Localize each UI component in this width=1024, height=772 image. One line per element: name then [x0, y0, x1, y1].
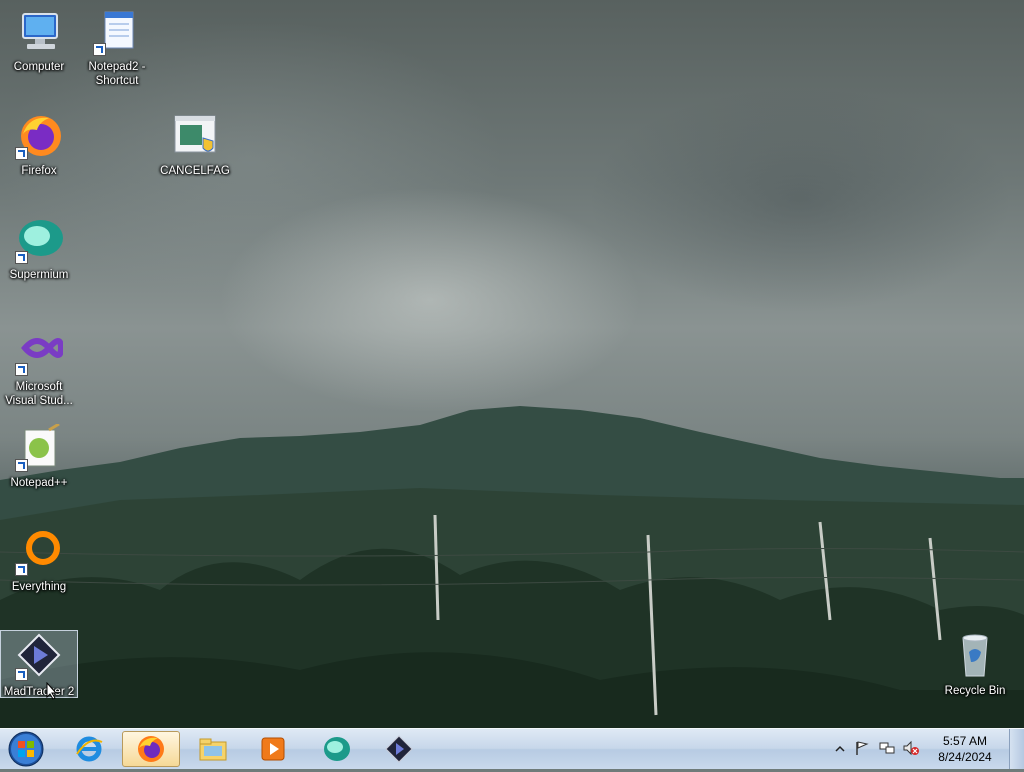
desktop-wallpaper[interactable] [0, 0, 1024, 728]
action-center-flag-icon[interactable] [854, 740, 870, 756]
internet-explorer-icon [76, 736, 103, 762]
show-hidden-icons-chevron[interactable] [834, 743, 846, 755]
firefox-icon [15, 112, 63, 160]
taskbar-madtracker[interactable] [370, 731, 428, 767]
desktop-icon-everything[interactable]: Everything [0, 528, 78, 594]
wallpaper-landscape [0, 406, 1024, 728]
notepad2-icon [93, 8, 141, 56]
notepadpp-icon [15, 422, 63, 472]
shortcut-arrow-icon [15, 251, 28, 264]
firefox-icon [138, 736, 164, 762]
media-player-icon [261, 737, 285, 761]
desktop-icon-madtracker[interactable]: MadTracker 2 [0, 630, 78, 698]
desktop-icon-supermium[interactable]: Supermium [0, 216, 78, 282]
taskbar-media-player[interactable] [244, 731, 302, 767]
desktop-icon-notepad2[interactable]: Notepad2 - Shortcut [78, 8, 156, 88]
desktop-icon-visual-studio[interactable]: Microsoft Visual Stud... [0, 328, 78, 408]
everything-icon [15, 528, 63, 576]
shortcut-arrow-icon [15, 563, 28, 576]
shortcut-arrow-icon [93, 43, 106, 56]
desktop-icon-notepadpp[interactable]: Notepad++ [0, 422, 78, 490]
mouse-cursor-icon [46, 682, 58, 700]
desktop-icon-label: Recycle Bin [944, 685, 1006, 697]
file-explorer-icon [199, 738, 227, 761]
desktop-icon-label: CANCELFAG [160, 165, 230, 177]
supermium-icon [15, 216, 63, 264]
taskbar-firefox[interactable] [122, 731, 180, 767]
desktop-icon-label: Computer [13, 61, 65, 73]
desktop-icon-label: Supermium [9, 269, 69, 281]
start-button[interactable] [4, 731, 48, 767]
taskbar: 5:57 AM 8/24/2024 [0, 728, 1024, 769]
network-icon[interactable] [878, 740, 896, 756]
desktop-icon-firefox[interactable]: Firefox [0, 112, 78, 178]
show-desktop-button[interactable] [1009, 729, 1024, 769]
volume-muted-icon[interactable] [902, 740, 920, 756]
madtracker-icon [15, 633, 63, 681]
shortcut-arrow-icon [15, 668, 28, 681]
desktop-icon-label: Firefox [21, 165, 57, 177]
desktop-icon-label: Notepad2 - Shortcut [88, 61, 146, 87]
desktop-icon-cancelfag[interactable]: CANCELFAG [156, 112, 234, 178]
desktop-icon-label: Microsoft Visual Stud... [5, 381, 73, 407]
desktop-icon-computer[interactable]: Computer [0, 8, 78, 74]
clock-time: 5:57 AM [942, 734, 988, 748]
madtracker-icon [385, 735, 413, 763]
taskbar-supermium[interactable] [308, 731, 366, 767]
clock-date: 8/24/2024 [938, 750, 992, 764]
shortcut-arrow-icon [15, 147, 28, 160]
computer-icon [15, 8, 63, 56]
desktop-icon-label: Everything [11, 581, 67, 593]
system-clock[interactable]: 5:57 AM 8/24/2024 [930, 733, 1000, 765]
desktop-icon-label: MadTracker 2 [3, 686, 75, 698]
desktop-icon-label: Notepad++ [10, 477, 68, 489]
desktop-icon-recycle-bin[interactable]: Recycle Bin [936, 632, 1014, 698]
recycle-bin-icon [951, 632, 999, 680]
taskbar-file-explorer[interactable] [184, 731, 242, 767]
supermium-icon [324, 737, 350, 761]
shortcut-arrow-icon [15, 459, 28, 472]
start-orb-icon [8, 731, 44, 767]
visual-studio-icon [15, 328, 65, 376]
taskbar-internet-explorer[interactable] [60, 731, 118, 767]
notification-area: 5:57 AM 8/24/2024 [834, 729, 1024, 769]
cancelfag-app-icon [171, 112, 219, 160]
shortcut-arrow-icon [15, 363, 28, 376]
